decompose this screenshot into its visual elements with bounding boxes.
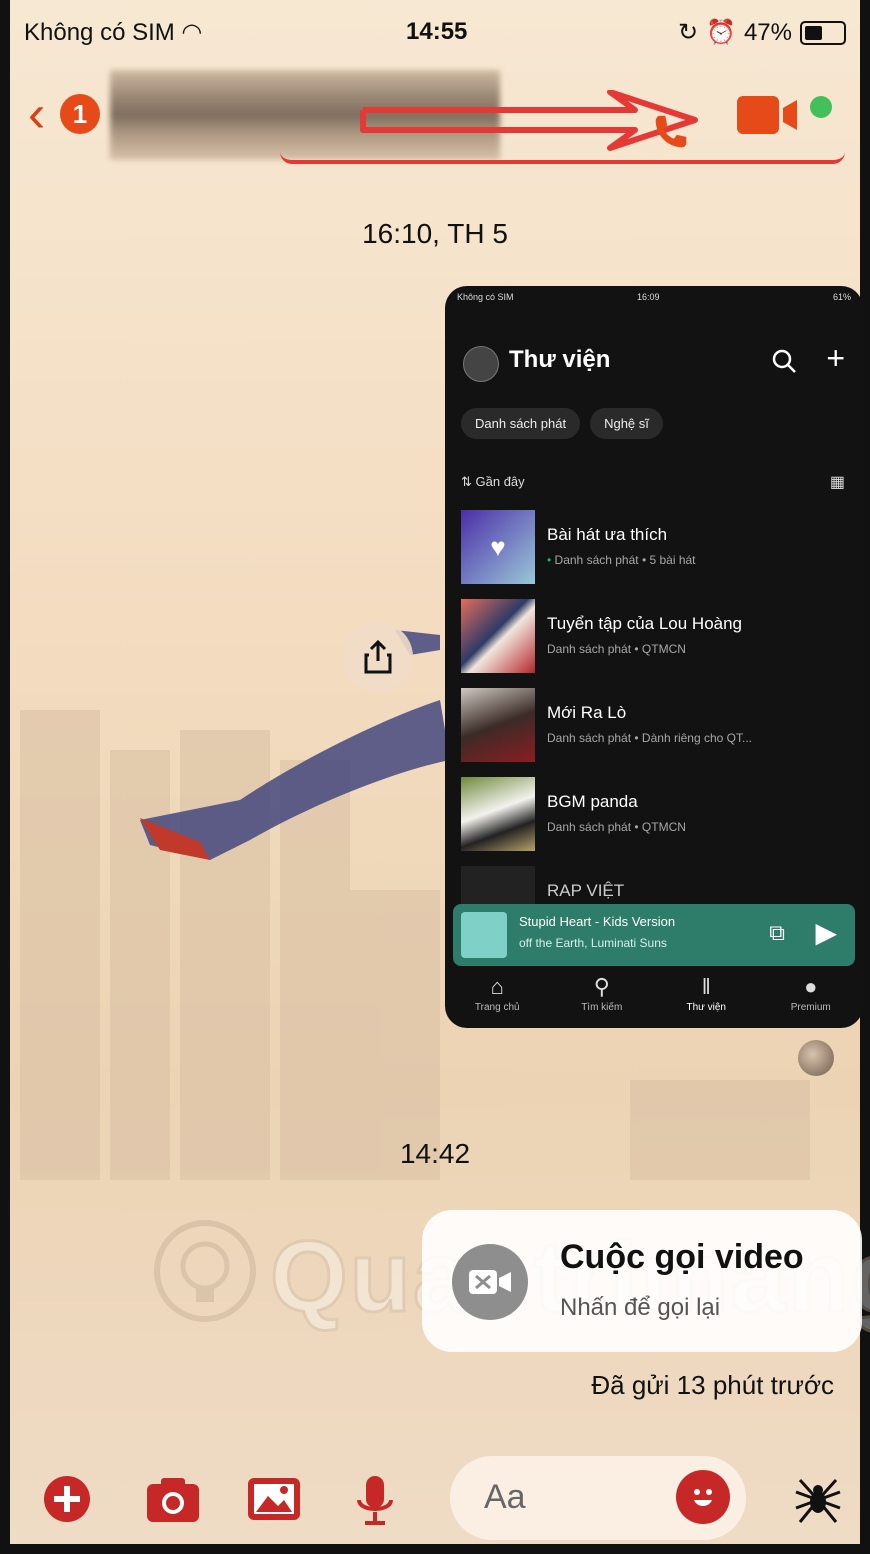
item-title: Mới Ra Lò	[547, 703, 627, 722]
list-item: Tuyển tập của Lou Hoàng Danh sách phát •…	[461, 599, 853, 688]
grid-view-icon: ▦	[829, 474, 845, 491]
carrier-text: Không có SIM	[24, 19, 175, 46]
plus-icon: +	[826, 340, 845, 376]
shot-avatar	[463, 346, 499, 382]
item-subtitle: Danh sách phát • Dành riêng cho QT...	[547, 731, 752, 745]
library-icon: ‖	[701, 974, 711, 999]
add-icon[interactable]	[42, 1474, 92, 1524]
search-icon	[772, 349, 796, 373]
message-placeholder: Aa	[484, 1478, 526, 1516]
messenger-chat-screen: Không có SIM ◠ 14:55 ↻ ⏰ 47% ‹ 1 16:10, …	[0, 0, 870, 1554]
item-subtitle: • Danh sách phát • 5 bài hát	[547, 553, 696, 567]
call-subtitle: Nhấn để gọi lại	[560, 1294, 721, 1321]
microphone-icon[interactable]	[355, 1474, 395, 1530]
shot-status-bar: Không có SIM 16:09 61%	[457, 292, 851, 302]
status-bar: Không có SIM ◠ 14:55 ↻ ⏰ 47%	[24, 18, 846, 54]
item-subtitle: Danh sách phát • QTMCN	[547, 642, 686, 656]
list-item: BGM panda Danh sách phát • QTMCN	[461, 777, 853, 866]
share-icon	[364, 639, 392, 674]
emoji-button[interactable]	[676, 1470, 730, 1524]
sender-avatar[interactable]	[798, 1040, 834, 1076]
battery-icon	[800, 20, 846, 45]
shot-time: 16:09	[637, 292, 660, 302]
chip-artists: Nghệ sĩ	[590, 408, 663, 439]
item-title: Bài hát ưa thích	[547, 525, 668, 544]
status-time: 14:55	[406, 18, 468, 45]
sort-icon: ⇅	[461, 474, 476, 489]
share-button[interactable]	[343, 622, 413, 692]
status-right: ↻ ⏰ 47%	[678, 18, 846, 47]
nav-home-label: Trang chủ	[474, 1002, 520, 1013]
smiley-icon	[694, 1489, 712, 1506]
shot-battery: 61%	[832, 292, 851, 302]
alarm-icon: ⏰	[706, 19, 736, 46]
library-list: ♥ Bài hát ưa thích • Danh sách phát • 5 …	[461, 510, 853, 955]
now-playing-bar: Stupid Heart - Kids Version off the Eart…	[453, 904, 855, 966]
carrier-label: Không có SIM ◠	[24, 18, 202, 47]
playlist-thumbnail	[461, 688, 535, 762]
spotify-icon: ●	[804, 974, 818, 999]
item-title: BGM panda	[547, 792, 638, 811]
nav-search: ⚲ Tìm kiếm	[557, 968, 647, 1028]
item-title: RAP VIỆT	[547, 881, 625, 900]
shot-title: Thư viện	[509, 346, 611, 373]
search-icon: ⚲	[593, 974, 610, 999]
nav-library-label: Thư viện	[686, 1002, 727, 1013]
shared-image-message[interactable]: Không có SIM 16:09 61% Thư viện + Danh s…	[445, 286, 863, 1028]
play-icon: ▶	[815, 917, 837, 948]
nav-home: ⌂ Trang chủ	[452, 968, 542, 1028]
devices-icon: ⧉	[769, 920, 785, 945]
nav-premium-label: Premium	[790, 1002, 831, 1013]
nav-library: ‖ Thư viện	[661, 968, 751, 1028]
shot-carrier: Không có SIM	[457, 292, 514, 302]
unread-badge: 1	[60, 94, 100, 134]
item-title: Tuyển tập của Lou Hoàng	[547, 614, 743, 633]
list-item: ♥ Bài hát ưa thích • Danh sách phát • 5 …	[461, 510, 853, 599]
lightbulb-logo-icon	[154, 1220, 256, 1322]
timestamp-2: 14:42	[399, 1138, 471, 1169]
spider-quick-reaction-icon[interactable]	[790, 1472, 846, 1528]
nav-premium: ● Premium	[766, 968, 856, 1028]
back-button[interactable]: ‹	[28, 88, 45, 140]
sent-status: Đã gửi 13 phút trước	[591, 1370, 834, 1400]
shot-header: Thư viện +	[463, 340, 845, 384]
audio-call-icon[interactable]	[648, 110, 694, 156]
timestamp-1: 16:10, TH 5	[362, 218, 508, 249]
shot-bottom-nav: ⌂ Trang chủ ⚲ Tìm kiếm ‖ Thư viện ● Premium	[445, 968, 863, 1028]
item-subtitle: Danh sách phát • QTMCN	[547, 820, 686, 834]
nav-search-label: Tìm kiếm	[581, 1002, 623, 1013]
active-status-dot	[810, 96, 832, 118]
rotation-lock-icon: ↻	[677, 19, 699, 46]
sort-label: Gần đây	[475, 474, 525, 489]
chat-header: ‹ 1	[0, 70, 870, 170]
gallery-icon[interactable]	[246, 1474, 302, 1524]
wifi-icon: ◠	[181, 19, 203, 46]
message-composer: Aa	[0, 1452, 870, 1548]
item-subtitle-text: Danh sách phát • 5 bài hát	[554, 553, 696, 567]
message-input[interactable]: Aa	[450, 1456, 746, 1540]
chip-playlists: Danh sách phát	[461, 408, 581, 439]
pin-icon: •	[547, 553, 555, 567]
battery-percent: 47%	[743, 18, 792, 46]
camera-icon[interactable]	[145, 1474, 201, 1524]
video-call-bubble[interactable]: Cuộc gọi video Nhấn để gọi lại	[422, 1210, 862, 1352]
playlist-thumbnail	[461, 599, 535, 673]
home-icon: ⌂	[490, 974, 504, 999]
missed-video-call-icon	[452, 1244, 528, 1320]
liked-songs-thumbnail: ♥	[461, 510, 535, 584]
now-playing-art	[461, 912, 507, 958]
video-call-icon[interactable]	[735, 90, 805, 140]
heart-icon: ♥	[490, 531, 506, 562]
filter-chips: Danh sách phát Nghệ sĩ	[461, 408, 663, 439]
playlist-thumbnail	[461, 777, 535, 851]
sort-recent: ⇅ Gần đây	[461, 474, 525, 490]
now-playing-artist: off the Earth, Luminati Suns	[519, 936, 667, 950]
list-item: Mới Ra Lò Danh sách phát • Dành riêng ch…	[461, 688, 853, 777]
now-playing-title: Stupid Heart - Kids Version	[519, 914, 676, 929]
call-title: Cuộc gọi video	[560, 1238, 804, 1276]
